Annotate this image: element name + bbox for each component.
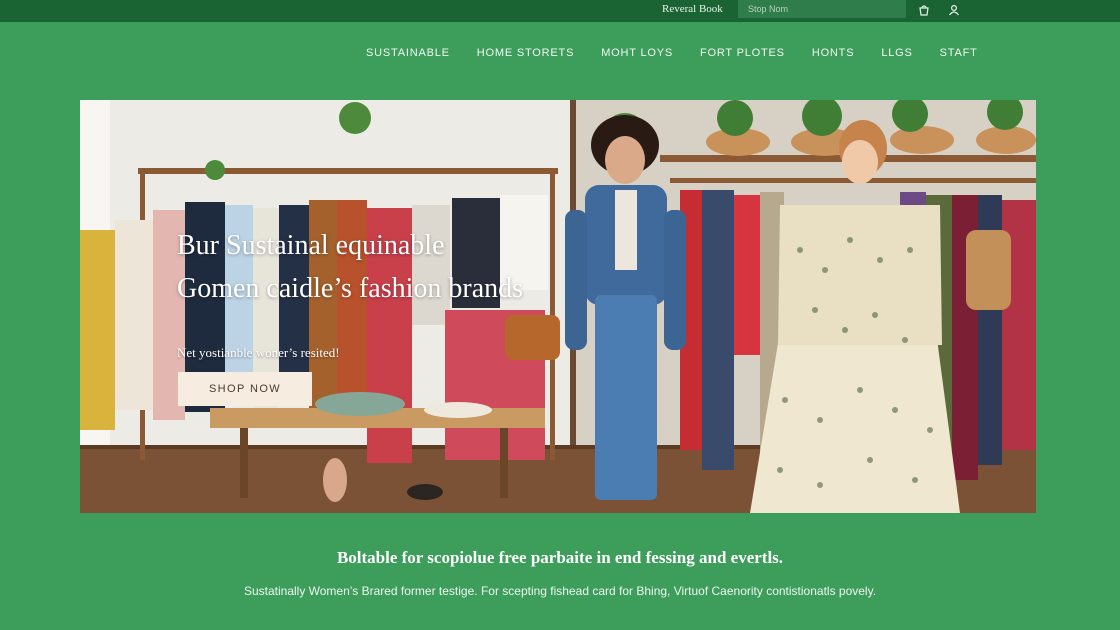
hero-subtitle: Net yostianble woner’s resited!	[177, 345, 340, 360]
hero-title-line-2: Gomen caidle’s fashion brands	[177, 273, 524, 304]
nav-item-llgs[interactable]: LLGS	[881, 47, 912, 63]
nav-item-staft[interactable]: STAFT	[940, 47, 978, 63]
top-bar: Reveral Book	[0, 0, 1120, 22]
section-description: Sustatinally Women’s Brared former testi…	[243, 584, 877, 598]
search-input[interactable]	[738, 0, 906, 18]
bag-icon[interactable]	[916, 2, 932, 18]
brand-link[interactable]: Reveral Book	[662, 3, 723, 15]
nav-item-honts[interactable]: HONTS	[812, 47, 855, 63]
nav-item-fort-plotes[interactable]: FORT PLOTES	[700, 47, 785, 63]
nav-item-sustainable[interactable]: SUSTAINABLE	[366, 47, 450, 63]
main-nav: SUSTAINABLE HOME STORETS MOHT LOYS FORT …	[366, 47, 978, 63]
nav-item-moht-loys[interactable]: MOHT LOYS	[601, 47, 673, 63]
user-icon[interactable]	[946, 2, 962, 18]
shop-now-button[interactable]: SHOP NOW	[178, 372, 312, 406]
nav-item-home-storets[interactable]: HOME STORETS	[477, 47, 574, 63]
hero-banner: Bur Sustainal equinable Gomen caidle’s f…	[80, 100, 1036, 513]
hero-title-line-1: Bur Sustainal equinable	[177, 230, 445, 261]
section-headline: Boltable for scopiolue free parbaite in …	[336, 548, 784, 567]
hero-title: Bur Sustainal equinable Gomen caidle’s f…	[177, 224, 523, 310]
